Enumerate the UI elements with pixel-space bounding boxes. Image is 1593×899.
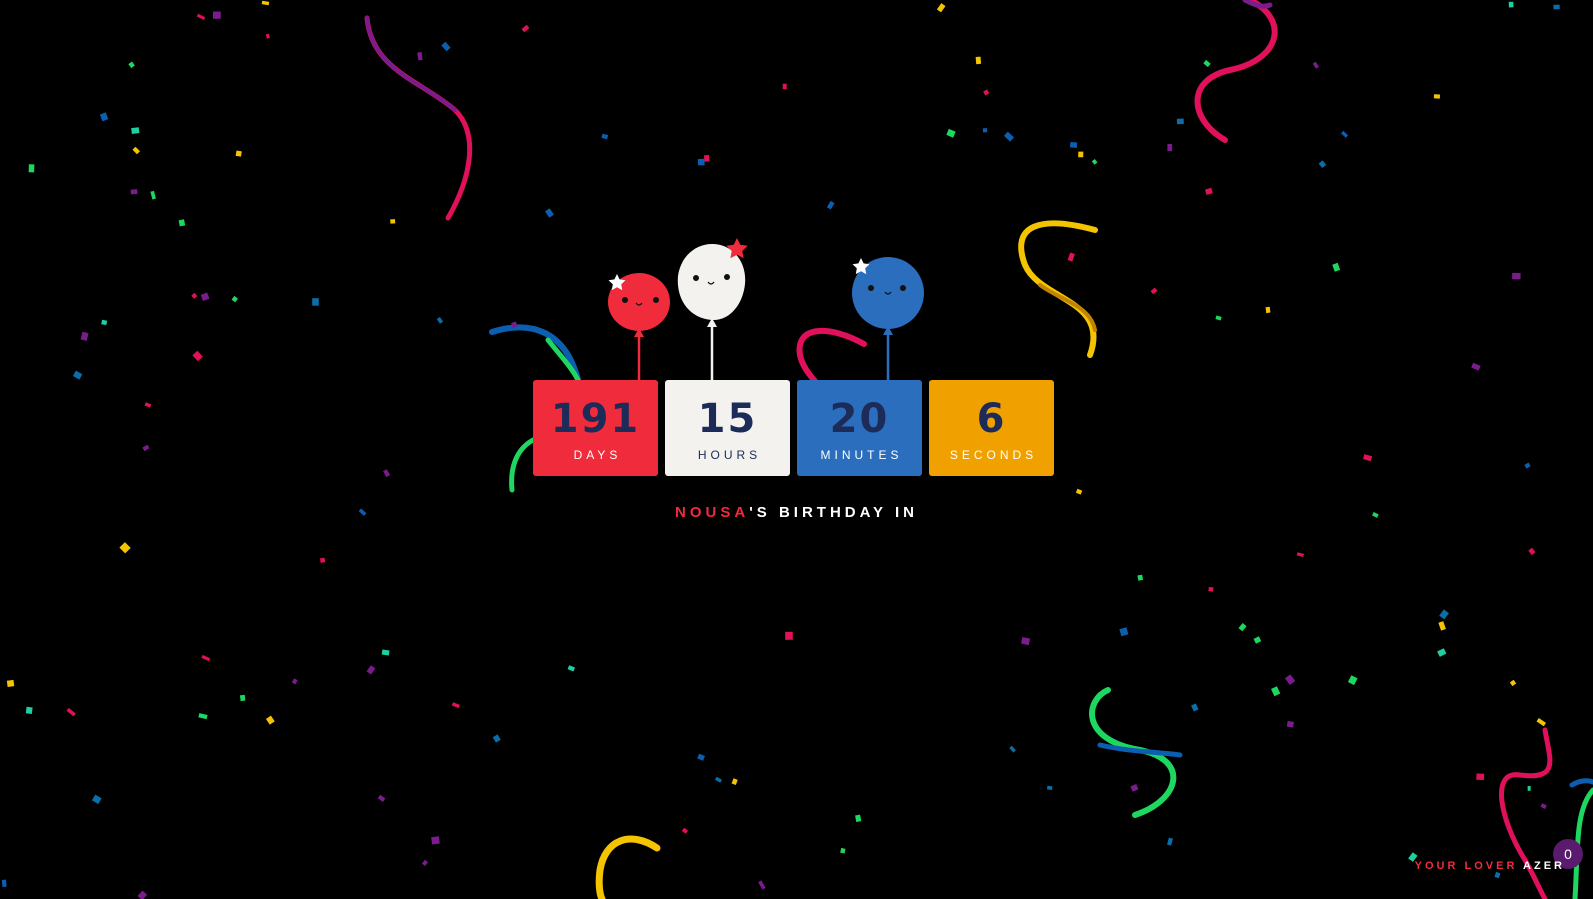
birthday-headline: NOUSA'S BIRTHDAY IN: [0, 504, 1593, 521]
countdown-days-box: 191 DAYS: [533, 380, 658, 476]
countdown-minutes-value: 20: [829, 395, 890, 442]
countdown-minutes-label: MINUTES: [820, 447, 903, 462]
birthday-person-name: NOUSA: [675, 504, 750, 521]
footer-lover-label: YOUR LOVER: [1414, 860, 1518, 872]
countdown-hours-label: HOURS: [697, 447, 762, 462]
balloon-blue: [852, 257, 924, 382]
birthday-headline-text: 'S BIRTHDAY IN: [749, 504, 918, 521]
countdown-hours-box: 15 HOURS: [665, 380, 790, 476]
footer-credit: YOUR LOVER AZER: [1415, 860, 1565, 872]
countdown-seconds-value: 6: [976, 395, 1007, 442]
countdown-timer: 191 DAYS 15 HOURS 20 MINUTES 6 SECONDS: [533, 380, 1054, 476]
countdown-minutes-box: 20 MINUTES: [797, 380, 922, 476]
countdown-days-value: 191: [550, 395, 641, 442]
countdown-hours-value: 15: [697, 395, 758, 442]
countdown-seconds-label: SECONDS: [949, 447, 1038, 462]
balloon-red: [608, 273, 670, 382]
countdown-days-label: DAYS: [573, 447, 622, 462]
countdown-seconds-box: 6 SECONDS: [929, 380, 1054, 476]
birthday-countdown-page: 191 DAYS 15 HOURS 20 MINUTES 6 SECONDS N…: [0, 0, 1593, 899]
balloon-white: [677, 238, 748, 382]
footer-author: AZER: [1523, 860, 1565, 872]
